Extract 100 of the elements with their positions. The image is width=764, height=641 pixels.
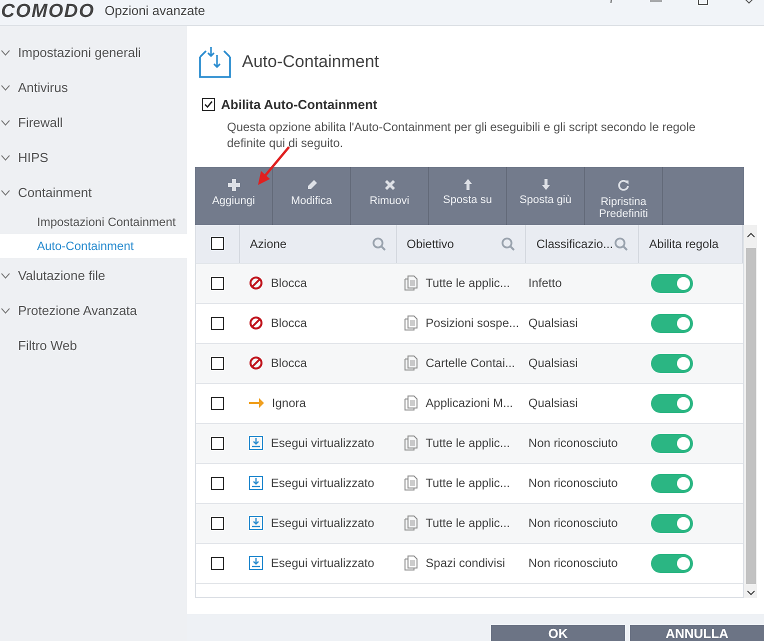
table-cell: Qualsiasi [528,316,578,330]
chevron-icon[interactable] [1,190,10,196]
sidebar-item[interactable]: Firewall [0,105,187,140]
table-cell-text: Esegui virtualizzato [270,515,374,532]
chevron-icon[interactable] [1,272,10,278]
pencil-icon [306,178,318,190]
table-cell-text: Spazi condivisi [426,555,506,572]
chevron-icon[interactable] [1,120,10,126]
table-cell: Qualsiasi [528,396,578,410]
sidebar-item[interactable]: Protezione Avanzata [0,293,187,328]
arrow-up-icon [464,178,472,190]
table-cell-text: Blocca [270,355,307,372]
sidebar-item[interactable]: HIPS [0,140,187,175]
table-cell-text: Tutte le applic... [426,475,510,492]
table-cell: Qualsiasi [528,356,578,370]
arrow-right-icon [248,398,264,408]
container-icon [198,45,232,79]
table-cell-text: Ignora [272,395,306,412]
document-icon [404,355,418,371]
document-icon [404,515,418,531]
description: Questa opzione abilita l'Auto-Containment per gli eseguibili e gli script secondo le regole definite qui di seguito. [227,118,697,150]
table-cell-text: Esegui virtualizzato [270,475,374,492]
page-title: Auto-Containment [242,51,380,74]
sidebar-item[interactable]: Containment [0,175,187,210]
table-cell-text: Blocca [270,315,307,332]
table-cell-text: Posizioni sospe... [426,315,520,332]
table-cell-text: Tutte le applic... [426,275,510,292]
maximize-icon[interactable] [698,0,708,5]
checkbox[interactable] [211,356,224,370]
document-icon [404,435,418,451]
chevron-icon[interactable] [1,50,10,56]
document-icon [404,395,418,411]
document-icon [404,315,418,331]
toggle-switch[interactable] [651,554,694,572]
table-cell-text: Blocca [270,275,307,292]
checkbox[interactable] [211,436,224,450]
checkbox[interactable] [202,98,215,112]
column-header[interactable]: Abilita regola [649,234,719,252]
search-icon[interactable] [501,236,516,250]
checkbox[interactable] [210,237,224,250]
column-header[interactable]: Classificazio... [536,234,614,252]
document-icon [404,555,418,571]
table-cell: Infetto [528,276,562,290]
checkbox[interactable] [211,476,224,490]
table-cell: Non riconosciuto [528,556,618,570]
toggle-switch[interactable] [651,314,694,332]
dialog-button[interactable]: ANNULLA [630,625,764,641]
scroll-down-icon[interactable] [746,588,754,598]
document-icon [404,475,418,491]
checkbox[interactable] [211,396,224,410]
search-icon[interactable] [614,236,628,250]
table-cell-text: Esegui virtualizzato [270,555,374,572]
toggle-switch[interactable] [651,514,694,532]
column-header[interactable]: Obiettivo [406,234,454,252]
table-cell: Non riconosciuto [528,436,618,450]
block-icon [248,356,263,370]
block-icon [248,316,263,330]
table-cell: Non riconosciuto [528,476,618,490]
toggle-switch[interactable] [651,434,694,452]
search-icon[interactable] [372,236,386,250]
download-box-icon [248,476,263,490]
table-cell-text: Cartelle Contai... [426,355,516,372]
chevron-icon[interactable] [1,308,10,314]
sidebar-item[interactable]: Impostazioni Containment [0,210,187,234]
table-cell-text: Esegui virtualizzato [270,435,374,452]
dialog-button[interactable]: OK [491,625,625,641]
download-box-icon [248,436,263,450]
table-row[interactable]: Blocca Cartelle Contai... Qualsiasi [196,342,743,382]
toggle-switch[interactable] [651,354,694,372]
table-cell: Non riconosciuto [528,516,618,530]
chevron-icon[interactable] [1,154,10,160]
chevron-icon[interactable] [1,84,10,90]
sidebar-item[interactable]: Filtro Web [0,328,187,363]
checkbox[interactable] [211,276,224,290]
table-cell-text: Applicazioni M... [426,395,514,412]
sidebar-item[interactable]: Antivirus [0,70,187,105]
toggle-switch[interactable] [651,474,694,492]
document-icon [404,275,418,291]
table-row[interactable]: Esegui virtualizzato Tutte le applic... Non riconosciuto [196,422,743,462]
checkbox[interactable] [211,516,224,530]
column-header[interactable]: Azione [250,234,287,252]
block-icon [248,276,263,290]
arrow-down-icon [542,178,550,190]
table-cell-text: Tutte le applic... [426,435,510,452]
plus-icon [228,178,240,190]
window-title: Opzioni avanzate [104,3,206,19]
checkbox-label: Abilita Auto-Containment [221,96,378,114]
table-row[interactable]: Esegui virtualizzato Tutte le applic... Non riconosciuto [196,502,743,542]
table-cell-text: Tutte le applic... [426,515,510,532]
sidebar-item[interactable]: Valutazione file [0,258,187,293]
checkbox[interactable] [211,556,224,570]
sidebar-item[interactable]: Impostazioni generali [0,35,187,70]
toggle-switch[interactable] [651,394,694,412]
sidebar-item[interactable]: Auto-Containment [0,234,187,258]
scrollbar[interactable] [744,224,757,598]
table-row[interactable]: Blocca Tutte le applic... Infetto [196,262,743,302]
checkbox[interactable] [211,316,224,330]
reset-icon [617,178,630,192]
download-box-icon [248,516,263,530]
toggle-switch[interactable] [651,274,694,292]
